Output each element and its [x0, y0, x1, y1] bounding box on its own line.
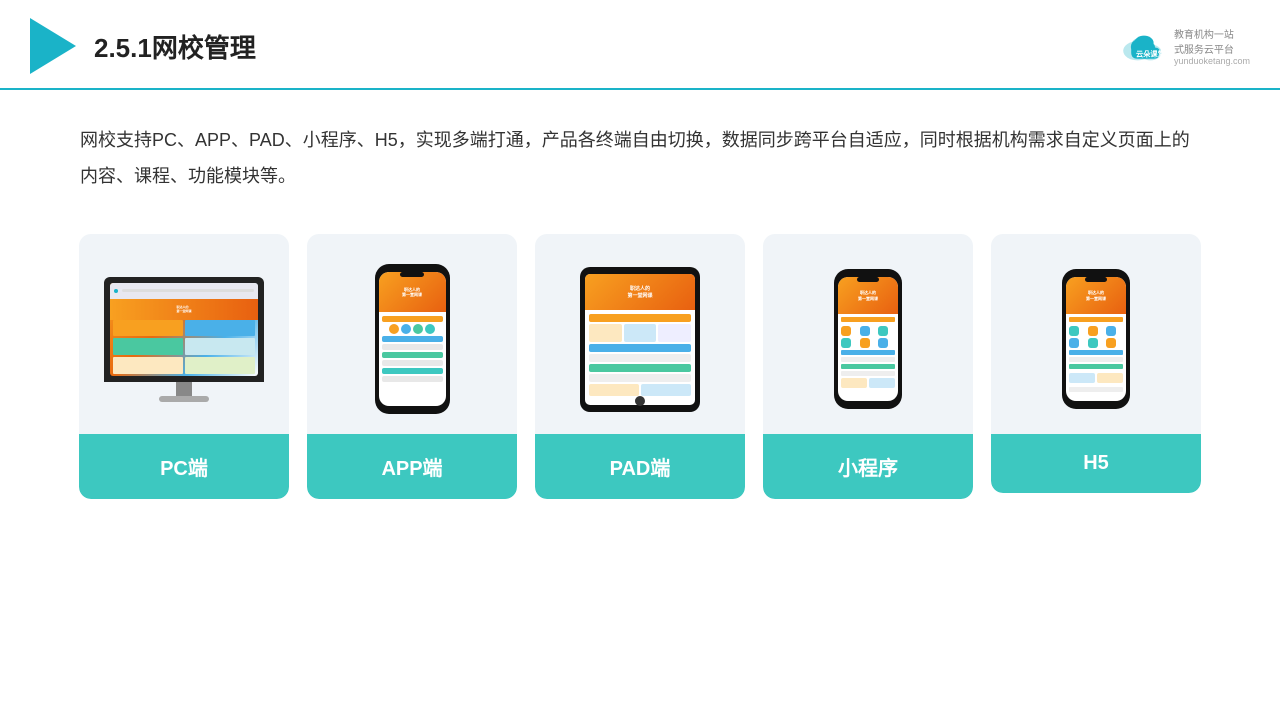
- app-image-area: 职达人的第一堂网课: [307, 234, 517, 434]
- brand-logo: 云朵课堂 教育机构一站 式服务云平台 yunduoketang.com: [1120, 26, 1250, 66]
- pc-card: 职达人的第一堂网课 PC端: [79, 234, 289, 499]
- brand-subtitle: 教育机构一站: [1174, 26, 1234, 41]
- page-title: 2.5.1网校管理: [94, 28, 256, 65]
- cloud-icon: 云朵课堂: [1120, 30, 1168, 62]
- brand-subtitle2: 式服务云平台: [1174, 41, 1234, 56]
- h5-image-area: 职达人的第一堂网课: [991, 234, 1201, 434]
- app-label: APP端: [307, 434, 517, 499]
- svg-text:云朵课堂: 云朵课堂: [1136, 49, 1165, 58]
- miniprogram-label: 小程序: [763, 434, 973, 499]
- miniprogram-phone-icon: 职达人的第一堂网课: [834, 269, 902, 409]
- pad-card: 职达人的第一堂网课: [535, 234, 745, 499]
- pad-tablet-icon: 职达人的第一堂网课: [580, 267, 700, 412]
- pad-label: PAD端: [535, 434, 745, 499]
- description-content: 网校支持PC、APP、PAD、小程序、H5，实现多端打通，产品各终端自由切换，数…: [80, 130, 1190, 186]
- brand-text: 教育机构一站 式服务云平台 yunduoketang.com: [1174, 26, 1250, 66]
- pc-label: PC端: [79, 434, 289, 499]
- h5-phone-icon: 职达人的第一堂网课: [1062, 269, 1130, 409]
- app-phone-icon: 职达人的第一堂网课: [375, 264, 450, 414]
- pc-monitor-icon: 职达人的第一堂网课: [104, 277, 264, 402]
- pad-image-area: 职达人的第一堂网课: [535, 234, 745, 434]
- miniprogram-image-area: 职达人的第一堂网课: [763, 234, 973, 434]
- logo-triangle-icon: [30, 18, 76, 74]
- pc-image-area: 职达人的第一堂网课: [79, 234, 289, 434]
- app-card: 职达人的第一堂网课: [307, 234, 517, 499]
- page-header: 2.5.1网校管理 云朵课堂 教育机构一站 式服务云平台 yunduoketan…: [0, 0, 1280, 90]
- h5-label: H5: [991, 434, 1201, 493]
- miniprogram-card: 职达人的第一堂网课: [763, 234, 973, 499]
- header-right: 云朵课堂 教育机构一站 式服务云平台 yunduoketang.com: [1120, 26, 1250, 66]
- cards-container: 职达人的第一堂网课 PC端: [0, 214, 1280, 529]
- header-left: 2.5.1网校管理: [30, 18, 256, 74]
- h5-card: 职达人的第一堂网课: [991, 234, 1201, 493]
- description-text: 网校支持PC、APP、PAD、小程序、H5，实现多端打通，产品各终端自由切换，数…: [0, 90, 1280, 214]
- brand-url: yunduoketang.com: [1174, 56, 1250, 66]
